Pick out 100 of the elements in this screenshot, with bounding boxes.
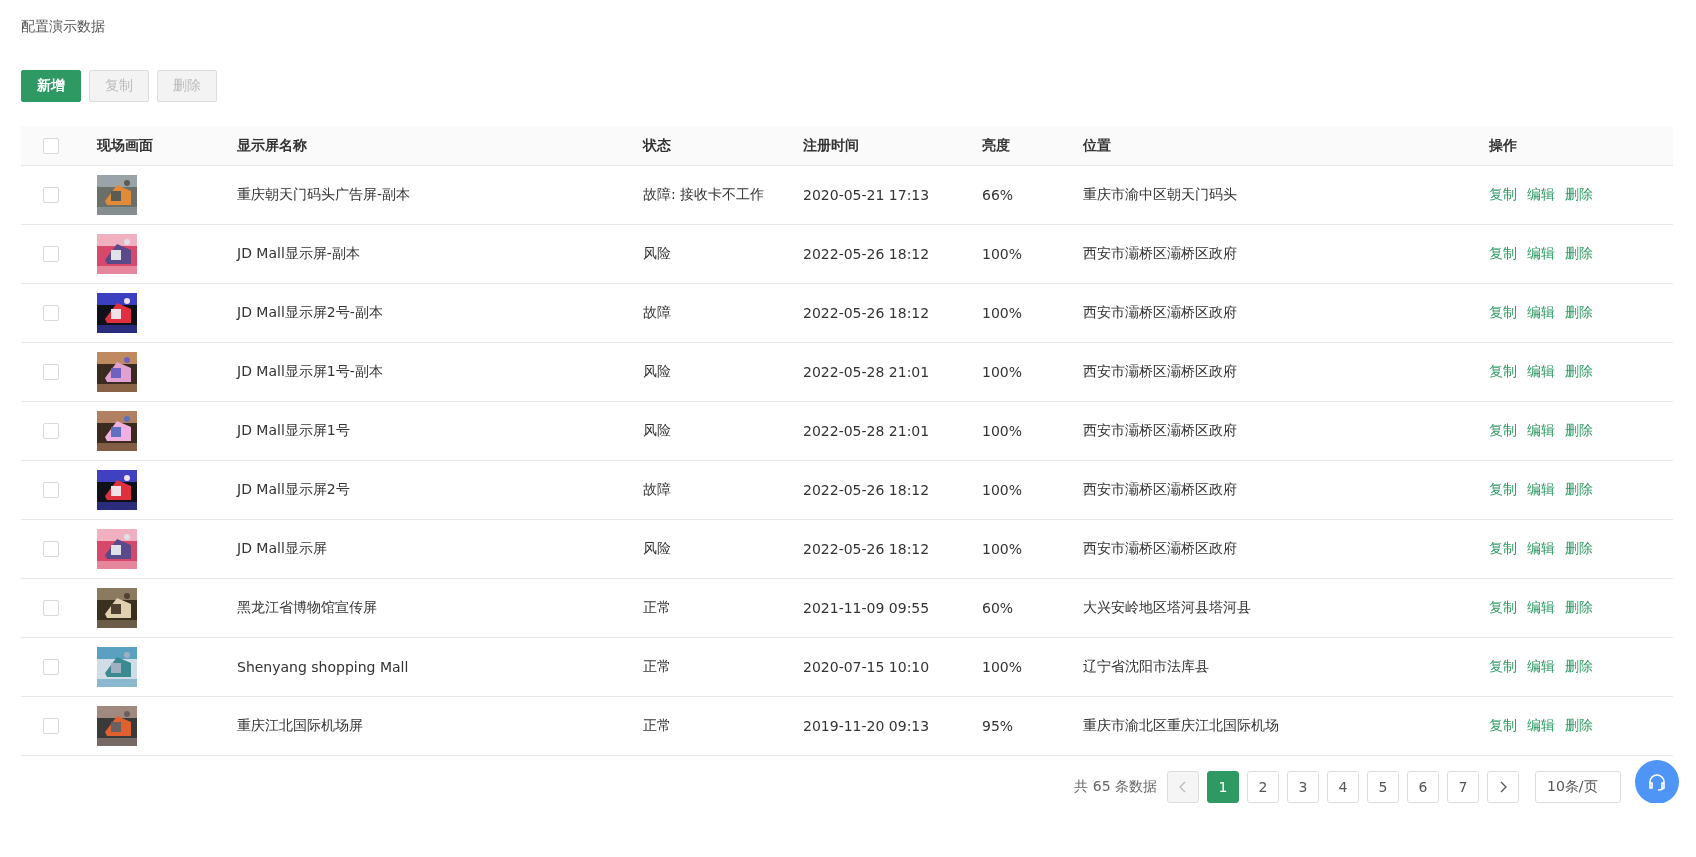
table-cell: 故障 — [643, 304, 671, 322]
action-link[interactable]: 删除 — [1565, 658, 1593, 676]
action-link[interactable]: 编辑 — [1527, 186, 1555, 204]
action-link[interactable]: 删除 — [1565, 717, 1593, 735]
column-header: 位置 — [1083, 136, 1111, 155]
table-cell: 2022-05-26 18:12 — [803, 246, 930, 262]
action-link[interactable]: 复制 — [1489, 540, 1517, 558]
action-link[interactable]: 删除 — [1565, 186, 1593, 204]
table-cell: JD Mall显示屏 — [237, 540, 327, 558]
checkbox[interactable] — [43, 482, 59, 498]
page-button[interactable]: 5 — [1367, 771, 1399, 803]
table-cell: 2022-05-26 18:12 — [803, 541, 930, 557]
page-button[interactable]: 2 — [1247, 771, 1279, 803]
table-cell: 100% — [982, 364, 1023, 380]
table-cell: 正常 — [643, 599, 671, 617]
table-cell: 正常 — [643, 658, 671, 676]
action-link[interactable]: 删除 — [1565, 363, 1593, 381]
page-button[interactable]: 3 — [1287, 771, 1319, 803]
action-link[interactable]: 编辑 — [1527, 599, 1555, 617]
table-cell: 西安市灞桥区灞桥区政府 — [1083, 422, 1237, 440]
chevron-left-icon — [1179, 781, 1187, 793]
checkbox[interactable] — [43, 600, 59, 616]
support-button[interactable] — [1635, 760, 1679, 803]
table-cell: 2022-05-26 18:12 — [803, 305, 930, 321]
page-button[interactable]: 6 — [1407, 771, 1439, 803]
action-link[interactable]: 复制 — [1489, 422, 1517, 440]
checkbox[interactable] — [43, 423, 59, 439]
column-header: 操作 — [1489, 136, 1517, 155]
table-cell: 100% — [982, 482, 1023, 498]
table-cell: 西安市灞桥区灞桥区政府 — [1083, 481, 1237, 499]
action-link[interactable]: 删除 — [1565, 304, 1593, 322]
column-header: 注册时间 — [803, 136, 859, 155]
table-cell: 西安市灞桥区灞桥区政府 — [1083, 363, 1237, 381]
checkbox[interactable] — [43, 137, 59, 154]
table-cell: 风险 — [643, 540, 671, 558]
table-cell: 95% — [982, 718, 1014, 734]
action-link[interactable]: 删除 — [1565, 481, 1593, 499]
table-cell: 100% — [982, 246, 1023, 262]
action-link[interactable]: 删除 — [1565, 540, 1593, 558]
action-link[interactable]: 复制 — [1489, 658, 1517, 676]
table-cell: 黑龙江省博物馆宣传屏 — [237, 599, 377, 617]
action-link[interactable]: 删除 — [1565, 245, 1593, 263]
chevron-right-icon — [1499, 781, 1507, 793]
table-cell: 西安市灞桥区灞桥区政府 — [1083, 245, 1237, 263]
table-cell: 2022-05-28 21:01 — [803, 423, 930, 439]
checkbox[interactable] — [43, 364, 59, 380]
checkbox[interactable] — [43, 305, 59, 321]
checkbox[interactable] — [43, 187, 59, 203]
table-cell: 辽宁省沈阳市法库县 — [1083, 658, 1209, 676]
table-cell: 2021-11-09 09:55 — [803, 600, 930, 616]
action-link[interactable]: 编辑 — [1527, 422, 1555, 440]
table-cell: JD Mall显示屏-副本 — [237, 245, 360, 263]
table-cell: 重庆市渝北区重庆江北国际机场 — [1083, 717, 1279, 735]
page-button[interactable]: 7 — [1447, 771, 1479, 803]
action-link[interactable]: 编辑 — [1527, 304, 1555, 322]
action-link[interactable]: 删除 — [1565, 422, 1593, 440]
table-cell: JD Mall显示屏1号 — [237, 422, 350, 440]
page-button[interactable]: 4 — [1327, 771, 1359, 803]
table-cell: JD Mall显示屏2号 — [237, 481, 350, 499]
column-header: 亮度 — [982, 136, 1010, 155]
table-cell: 正常 — [643, 717, 671, 735]
page-size-select[interactable]: 10条/页 — [1535, 771, 1621, 803]
action-link[interactable]: 复制 — [1489, 304, 1517, 322]
checkbox[interactable] — [43, 718, 59, 734]
table-cell: 2020-07-15 10:10 — [803, 659, 930, 675]
checkbox[interactable] — [43, 246, 59, 262]
action-link[interactable]: 编辑 — [1527, 717, 1555, 735]
checkbox[interactable] — [43, 541, 59, 557]
table-cell: 风险 — [643, 363, 671, 381]
table-cell: JD Mall显示屏1号-副本 — [237, 363, 383, 381]
action-link[interactable]: 编辑 — [1527, 658, 1555, 676]
table-cell: 重庆江北国际机场屏 — [237, 717, 363, 735]
action-link[interactable]: 复制 — [1489, 717, 1517, 735]
column-header: 现场画面 — [97, 136, 153, 155]
action-link[interactable]: 编辑 — [1527, 481, 1555, 499]
table-cell: 100% — [982, 305, 1023, 321]
action-link[interactable]: 复制 — [1489, 186, 1517, 204]
table-cell: 风险 — [643, 245, 671, 263]
action-link[interactable]: 复制 — [1489, 245, 1517, 263]
table-cell: 西安市灞桥区灞桥区政府 — [1083, 304, 1237, 322]
headset-icon — [1646, 771, 1668, 793]
toolbar-button[interactable]: 新增 — [21, 70, 81, 102]
action-link[interactable]: 复制 — [1489, 363, 1517, 381]
column-header: 状态 — [643, 136, 671, 155]
table-cell: 66% — [982, 187, 1014, 203]
action-link[interactable]: 编辑 — [1527, 245, 1555, 263]
action-link[interactable]: 编辑 — [1527, 540, 1555, 558]
action-link[interactable]: 删除 — [1565, 599, 1593, 617]
table-cell: 西安市灞桥区灞桥区政府 — [1083, 540, 1237, 558]
checkbox[interactable] — [43, 659, 59, 675]
table-cell: 故障: 接收卡不工作 — [643, 186, 765, 204]
page-button[interactable]: 1 — [1207, 771, 1239, 803]
action-link[interactable]: 编辑 — [1527, 363, 1555, 381]
next-page-button[interactable] — [1487, 771, 1519, 803]
table-cell: JD Mall显示屏2号-副本 — [237, 304, 383, 322]
table-cell: 2020-05-21 17:13 — [803, 187, 930, 203]
action-link[interactable]: 复制 — [1489, 599, 1517, 617]
action-link[interactable]: 复制 — [1489, 481, 1517, 499]
table-cell: Shenyang shopping Mall — [237, 659, 409, 675]
column-header: 显示屏名称 — [237, 136, 307, 155]
